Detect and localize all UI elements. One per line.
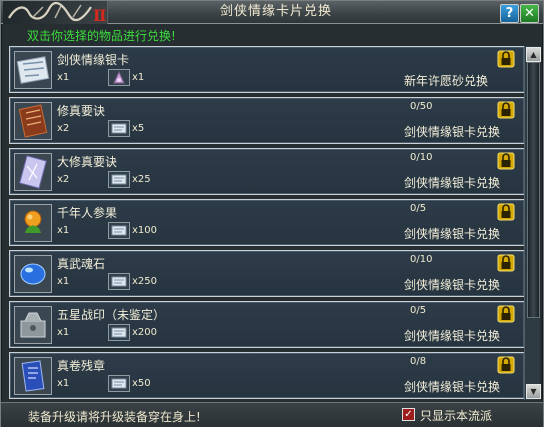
list-item[interactable]: 真卷残章 x1 x50 0/8 剑侠情缘银卡兑换 bbox=[9, 352, 524, 399]
school-filter-label[interactable]: 只显示本流派 bbox=[420, 407, 492, 424]
exchange-method: 新年许愿砂兑换 bbox=[404, 74, 489, 88]
item-quantity: x1 bbox=[57, 72, 70, 83]
list-item[interactable]: 千年人参果 x1 x100 0/5 剑侠情缘银卡兑换 bbox=[9, 199, 524, 246]
upgrade-hint: 装备升级请将升级装备穿在身上! bbox=[28, 410, 201, 424]
item-name: 真武魂石 bbox=[57, 257, 106, 271]
item-quantity: x1 bbox=[57, 225, 70, 236]
cost-quantity: x5 bbox=[132, 123, 145, 134]
cost-quantity: x50 bbox=[132, 378, 151, 389]
exchange-method: 剑侠情缘银卡兑换 bbox=[404, 278, 501, 292]
school-filter-checkbox[interactable]: ✓ bbox=[402, 408, 415, 421]
item-name: 千年人参果 bbox=[57, 206, 118, 220]
lock-icon[interactable] bbox=[497, 152, 515, 170]
instruction-text: 双击你选择的物品进行兑换! bbox=[27, 29, 176, 43]
exchange-method: 剑侠情缘银卡兑换 bbox=[404, 380, 501, 394]
item-quantity: x2 bbox=[57, 174, 70, 185]
lock-icon[interactable] bbox=[497, 356, 515, 374]
item-quantity: x1 bbox=[57, 378, 70, 389]
list-item[interactable]: 大修真要诀 x2 x25 0/10 剑侠情缘银卡兑换 bbox=[9, 148, 524, 195]
exchange-item-list: 剑侠情缘银卡 x1 x1 新年许愿砂兑换 修真要诀 x2 x5 0/50 剑侠情… bbox=[9, 46, 524, 400]
help-button[interactable]: ? bbox=[500, 4, 519, 23]
svg-text:Ⅱ: Ⅱ bbox=[93, 6, 106, 24]
silver-card-icon bbox=[108, 222, 130, 239]
close-button[interactable]: ✕ bbox=[520, 4, 539, 23]
game-logo-icon: Ⅱ bbox=[3, 1, 108, 24]
footer-bar: 装备升级请将升级装备穿在身上! ✓ 只显示本流派 bbox=[1, 402, 543, 427]
silver-card-icon bbox=[108, 324, 130, 341]
exchange-progress: 0/50 bbox=[410, 101, 433, 112]
book-icon bbox=[14, 102, 52, 140]
list-scrollbar[interactable]: ▲ ▼ bbox=[524, 46, 541, 400]
item-name: 剑侠情缘银卡 bbox=[57, 53, 130, 67]
scroll-thumb[interactable] bbox=[527, 62, 540, 318]
ginseng-fruit-icon bbox=[14, 204, 52, 242]
lock-icon[interactable] bbox=[497, 305, 515, 323]
scroll-up-button[interactable]: ▲ bbox=[526, 47, 541, 62]
item-quantity: x1 bbox=[57, 276, 70, 287]
list-item[interactable]: 真武魂石 x1 x250 0/10 剑侠情缘银卡兑换 bbox=[9, 250, 524, 297]
exchange-method: 剑侠情缘银卡兑换 bbox=[404, 125, 501, 139]
item-name: 五星战印（未鉴定） bbox=[57, 308, 166, 322]
item-name: 真卷残章 bbox=[57, 359, 106, 373]
list-item[interactable]: 剑侠情缘银卡 x1 x1 新年许愿砂兑换 bbox=[9, 46, 524, 93]
cost-quantity: x100 bbox=[132, 225, 158, 236]
list-item[interactable]: 五星战印（未鉴定） x1 x200 0/5 剑侠情缘银卡兑换 bbox=[9, 301, 524, 348]
scroll-down-button[interactable]: ▼ bbox=[526, 384, 541, 399]
lock-icon[interactable] bbox=[497, 101, 515, 119]
item-name: 大修真要诀 bbox=[57, 155, 118, 169]
item-quantity: x2 bbox=[57, 123, 70, 134]
exchange-method: 剑侠情缘银卡兑换 bbox=[404, 176, 501, 190]
exchange-progress: 0/10 bbox=[410, 152, 433, 163]
list-item[interactable]: 修真要诀 x2 x5 0/50 剑侠情缘银卡兑换 bbox=[9, 97, 524, 144]
window-title: 剑侠情缘卡片兑换 bbox=[219, 4, 332, 19]
silver-card-icon bbox=[108, 375, 130, 392]
lock-icon[interactable] bbox=[497, 203, 515, 221]
exchange-method: 剑侠情缘银卡兑换 bbox=[404, 329, 501, 343]
card-exchange-window: Ⅱ 剑侠情缘卡片兑换 ? ✕ 双击你选择的物品进行兑换! 剑侠情缘银卡 x1 x… bbox=[0, 0, 544, 427]
crystal-card-icon bbox=[14, 153, 52, 191]
seal-box-icon bbox=[14, 306, 52, 344]
title-bar[interactable]: Ⅱ 剑侠情缘卡片兑换 ? ✕ bbox=[1, 1, 543, 24]
soul-stone-icon bbox=[14, 255, 52, 293]
exchange-progress: 0/10 bbox=[410, 254, 433, 265]
exchange-method: 剑侠情缘银卡兑换 bbox=[404, 227, 501, 241]
cost-quantity: x250 bbox=[132, 276, 158, 287]
exchange-progress: 0/5 bbox=[410, 305, 427, 316]
silver-card-icon bbox=[14, 51, 52, 89]
cost-quantity: x1 bbox=[132, 72, 145, 83]
lock-icon[interactable] bbox=[497, 50, 515, 68]
exchange-progress: 0/5 bbox=[410, 203, 427, 214]
cost-quantity: x25 bbox=[132, 174, 151, 185]
blue-scroll-icon bbox=[14, 357, 52, 395]
silver-card-icon bbox=[108, 120, 130, 137]
silver-card-icon bbox=[108, 171, 130, 188]
cost-quantity: x200 bbox=[132, 327, 158, 338]
lock-icon[interactable] bbox=[497, 254, 515, 272]
silver-card-icon bbox=[108, 273, 130, 290]
exchange-progress: 0/8 bbox=[410, 356, 427, 367]
item-name: 修真要诀 bbox=[57, 104, 106, 118]
item-quantity: x1 bbox=[57, 327, 70, 338]
wish-sand-icon bbox=[108, 69, 130, 86]
